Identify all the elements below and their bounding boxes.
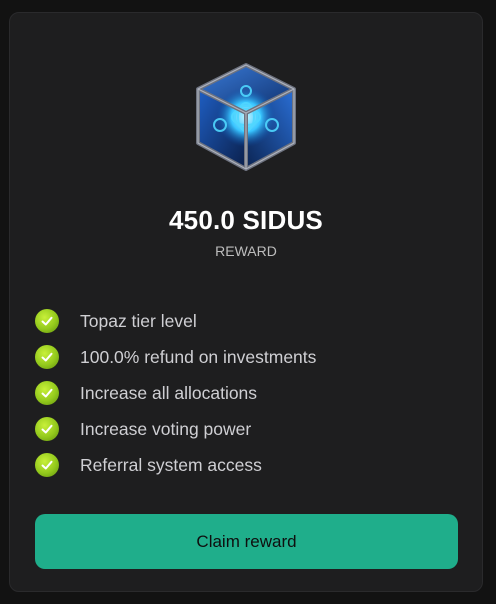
crystal-cube-icon [196,63,296,171]
perk-item: Increase voting power [35,411,316,447]
claim-reward-button[interactable]: Claim reward [35,514,458,569]
perk-item: Referral system access [35,447,316,483]
perk-text: Referral system access [80,454,262,475]
reward-label: REWARD [215,243,277,259]
perk-text: Increase all allocations [80,382,258,403]
check-icon [35,309,59,333]
check-icon [35,381,59,405]
perk-list: Topaz tier level 100.0% refund on invest… [35,303,316,483]
reward-card: 450.0 SIDUS REWARD Topaz tier level 100.… [9,12,483,592]
perk-item: Increase all allocations [35,375,316,411]
reward-amount: 450.0 SIDUS [169,205,323,235]
perk-item: 100.0% refund on investments [35,339,316,375]
perk-text: 100.0% refund on investments [80,346,317,367]
check-icon [35,417,59,441]
perk-text: Increase voting power [80,418,252,439]
check-icon [35,345,59,369]
check-icon [35,453,59,477]
perk-text: Topaz tier level [80,310,197,331]
perk-item: Topaz tier level [35,303,316,339]
